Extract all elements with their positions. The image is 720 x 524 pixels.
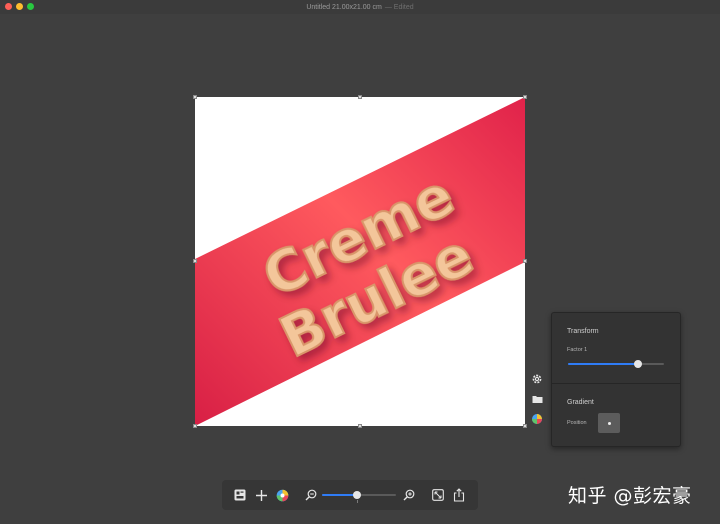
close-window-button[interactable]: [5, 3, 12, 10]
color-wheel-icon[interactable]: [275, 488, 289, 502]
resize-handle-left[interactable]: [193, 259, 197, 263]
minimize-window-button[interactable]: [16, 3, 23, 10]
position-dot: [607, 421, 611, 425]
watermark-text: 知乎 @彭宏豪: [568, 485, 692, 507]
artwork-graphic: Creme Brulee: [195, 97, 525, 426]
bottom-toolbar: [222, 480, 478, 510]
zoom-window-button[interactable]: [27, 3, 34, 10]
gradient-section-title: Gradient: [567, 399, 594, 406]
transform-section-title: Transform: [567, 328, 599, 335]
share-icon[interactable]: [452, 488, 466, 502]
zoom-in-icon[interactable]: [402, 488, 416, 502]
resize-handle-top-right[interactable]: [523, 95, 527, 99]
resize-handle-top-left[interactable]: [193, 95, 197, 99]
resize-handle-top[interactable]: [358, 95, 362, 99]
fit-icon[interactable]: [431, 488, 445, 502]
factor-label: Factor 1: [567, 347, 588, 353]
color-wheel-icon[interactable]: [530, 412, 544, 426]
edited-status: — Edited: [384, 3, 414, 11]
factor-slider-fill: [568, 363, 639, 365]
zoom-tick-mark: [357, 500, 358, 503]
artwork-canvas[interactable]: Creme Brulee: [195, 97, 525, 426]
zoom-slider[interactable]: [322, 491, 396, 503]
zoom-out-icon[interactable]: [304, 488, 318, 502]
resize-handle-bottom-left[interactable]: [193, 424, 197, 428]
gradient-position-picker[interactable]: [598, 413, 620, 433]
resize-handle-bottom[interactable]: [358, 424, 362, 428]
resize-handle-bottom-right[interactable]: [523, 424, 527, 428]
zoom-slider-fill: [322, 494, 357, 496]
title-bar: Untitled 21.00x21.00 cm — Edited: [0, 0, 720, 14]
layers-icon[interactable]: [233, 488, 247, 502]
folder-icon[interactable]: [530, 392, 544, 406]
inspector-tabs: [530, 372, 544, 432]
window-title: Untitled 21.00x21.00 cm: [306, 3, 382, 11]
gear-icon[interactable]: [530, 372, 544, 386]
inspector-panel: Transform Factor 1 Gradient Position: [551, 312, 681, 447]
panel-divider: [552, 383, 680, 384]
factor-slider[interactable]: [568, 360, 664, 368]
resize-handle-right[interactable]: [523, 259, 527, 263]
zoom-slider-knob[interactable]: [352, 491, 361, 499]
factor-slider-knob[interactable]: [634, 360, 643, 368]
position-label: Position: [567, 420, 587, 426]
add-icon[interactable]: [254, 488, 268, 502]
